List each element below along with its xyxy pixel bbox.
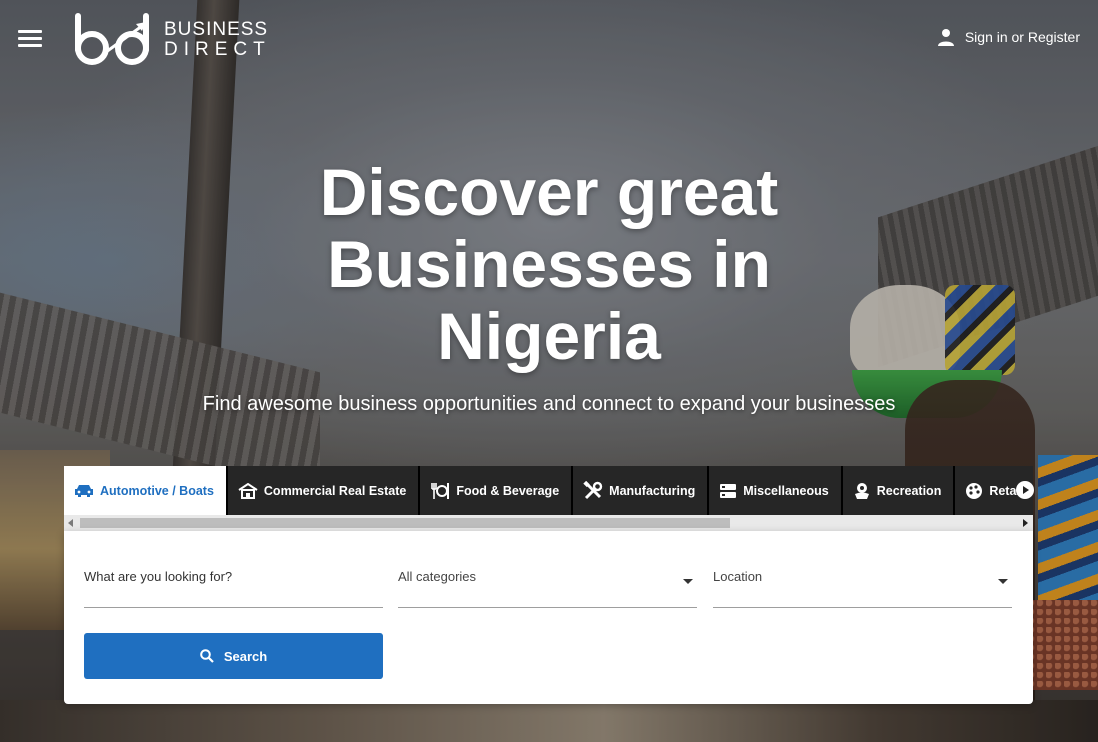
logo[interactable]: BUSINESS DIRECT — [72, 12, 271, 66]
hero-subheading: Find awesome business opportunities and … — [202, 393, 896, 415]
category-tabs: Automotive / Boats Commercial Real Estat… — [64, 466, 1033, 515]
headline-line-2: Businesses in — [327, 227, 771, 301]
search-button[interactable]: Search — [84, 633, 383, 679]
search-panel: All categories Location Search — [64, 531, 1033, 704]
search-icon — [200, 649, 214, 663]
logo-mark-icon — [75, 13, 149, 65]
location-select[interactable]: Location — [713, 551, 1012, 608]
keyword-input[interactable] — [84, 569, 383, 584]
server-icon — [720, 483, 737, 498]
tab-automotive-boats[interactable]: Automotive / Boats — [64, 466, 228, 515]
tab-label: Automotive / Boats — [100, 483, 214, 498]
user-icon — [937, 29, 954, 46]
site-header: BUSINESS DIRECT Sign in or Register — [0, 0, 1098, 80]
signin-register-link[interactable]: Sign in or Register — [937, 28, 1080, 46]
scroll-left-arrow-icon[interactable] — [68, 519, 73, 527]
tab-food-beverage[interactable]: Food & Beverage — [420, 466, 574, 515]
tab-miscellaneous[interactable]: Miscellaneous — [709, 466, 843, 515]
chevron-down-icon — [683, 579, 693, 584]
tab-label: Commercial Real Estate — [263, 483, 407, 498]
location-select-value: Location — [713, 569, 763, 584]
palette-icon — [966, 482, 983, 499]
tab-manufacturing[interactable]: Manufacturing — [573, 466, 710, 515]
logo-text-direct: DIRECT — [164, 38, 271, 60]
building-icon — [238, 482, 258, 499]
signin-label: Sign in or Register — [964, 29, 1080, 45]
flower-icon — [854, 482, 869, 499]
headline-line-3: Nigeria — [437, 299, 661, 373]
scroll-right-arrow-icon[interactable] — [1023, 519, 1028, 527]
tabs-scroll-right-arrow-icon[interactable] — [1016, 481, 1034, 499]
tab-recreation[interactable]: Recreation — [842, 466, 956, 515]
category-select[interactable]: All categories — [398, 551, 697, 608]
tab-label: Recreation — [876, 483, 942, 498]
category-select-value: All categories — [398, 569, 477, 584]
search-button-label: Search — [223, 648, 268, 664]
tabs-horizontal-scrollbar[interactable] — [64, 515, 1033, 531]
car-icon — [75, 484, 93, 497]
tab-label: Food & Beverage — [456, 483, 560, 498]
tools-icon — [583, 480, 603, 499]
tab-label: Miscellaneous — [743, 483, 829, 498]
food-icon — [431, 482, 450, 499]
tab-commercial-real-estate[interactable]: Commercial Real Estate — [227, 466, 421, 515]
tab-label: Manufacturing — [609, 483, 696, 498]
hamburger-menu-icon[interactable] — [18, 30, 42, 48]
headline-line-1: Discover great — [319, 155, 779, 229]
chevron-down-icon — [998, 579, 1008, 584]
logo-text-business: BUSINESS — [164, 18, 269, 40]
hero-headline: Discover great Businesses in Nigeria — [0, 156, 1098, 372]
keyword-field — [84, 551, 383, 608]
scrollbar-thumb[interactable] — [80, 518, 730, 528]
